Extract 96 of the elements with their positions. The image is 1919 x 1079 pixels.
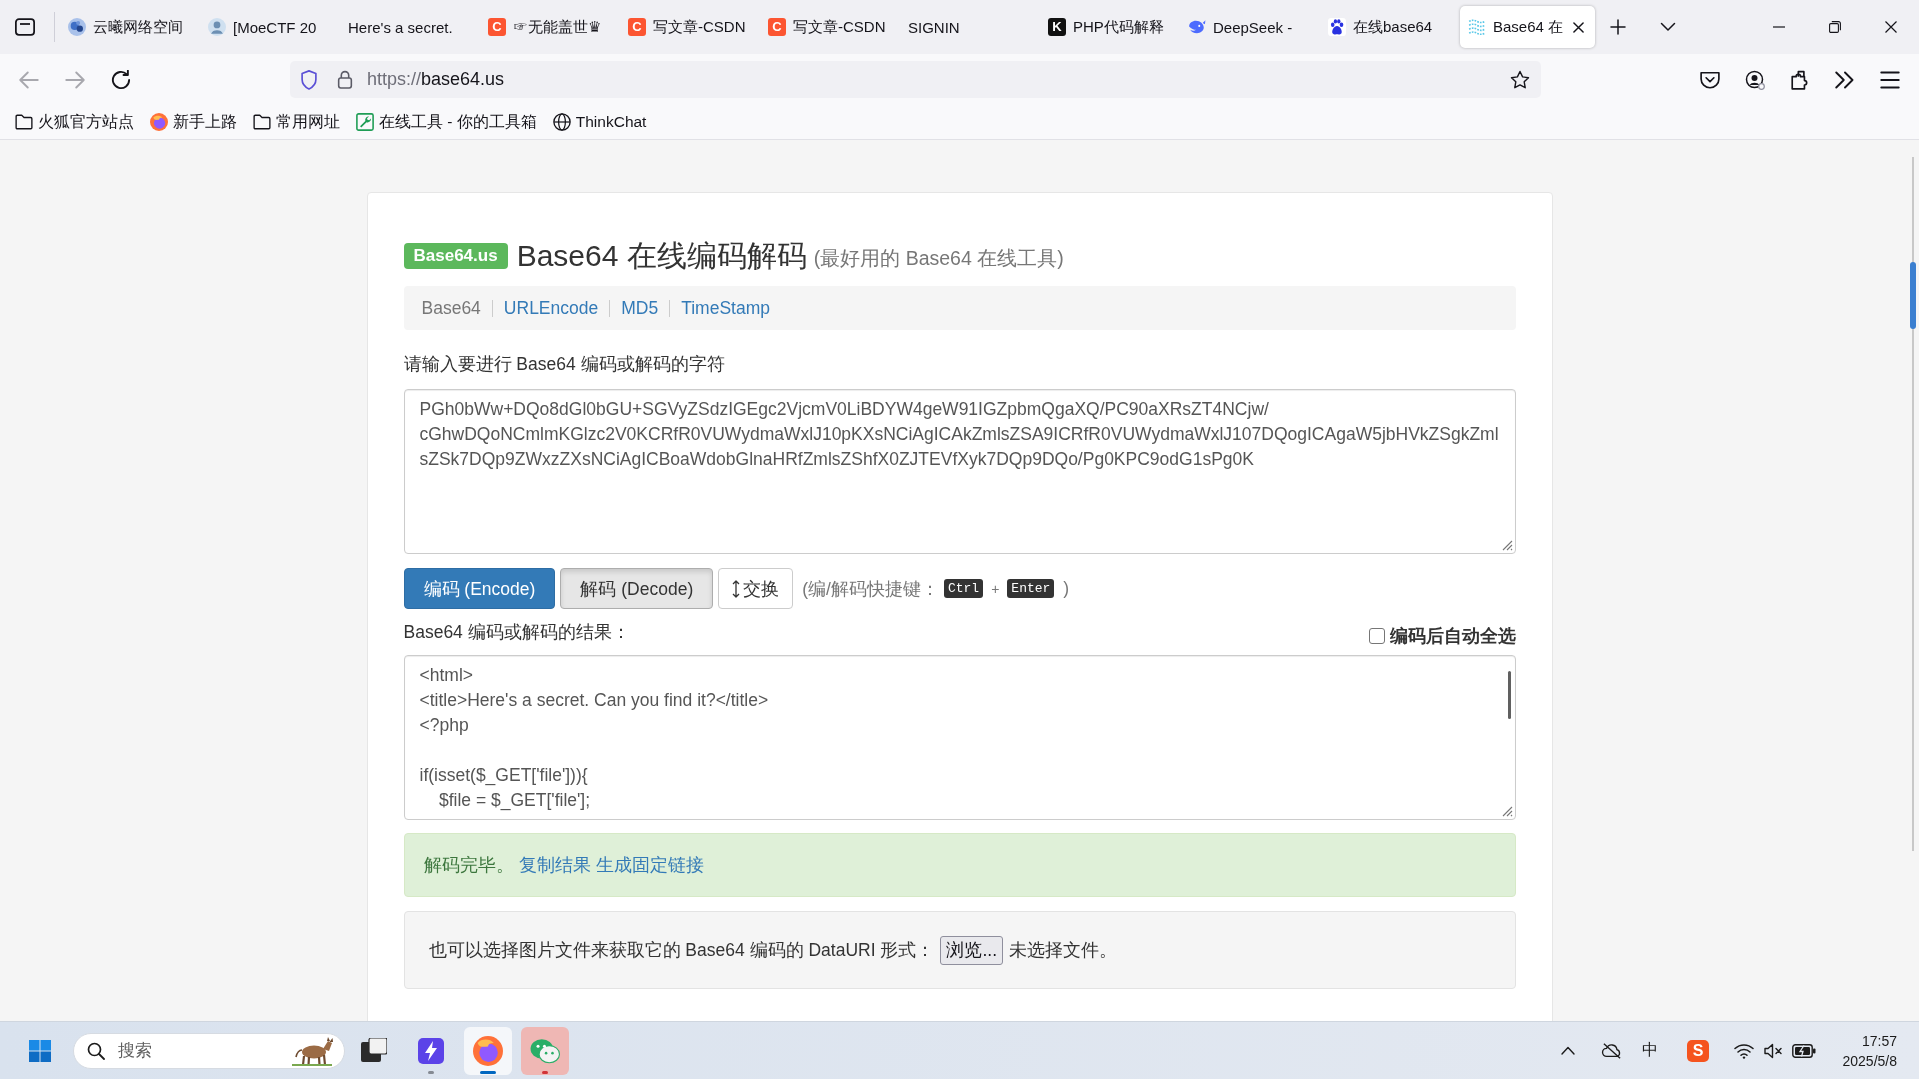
- scrollbar-thumb[interactable]: [1507, 671, 1511, 719]
- address-field[interactable]: https://base64.us: [290, 61, 1541, 98]
- browser-tab[interactable]: 云曦网络空间: [60, 6, 195, 48]
- file-status: 未选择文件。: [1009, 939, 1117, 962]
- plus-icon[interactable]: [1610, 19, 1626, 35]
- letter-logo-icon: C: [768, 18, 786, 36]
- input-textarea[interactable]: PGh0bWw+DQo8dGl0bGU+SGVyZSdzIGEgc2VjcmV0LiBDYW4geW91IGZpbmQgaXQ/PC90aXRsZT4NCjw/cGhwDQoNCmlmKGlzc2V0KCRfR0VUWydmaWxlJ10pKXsNCiAgICAkZmlsZSA9ICRfR0VUWydmaWxlJ107DQogICAgaW5jbHVkZSgkZmlsZSk7DQp9ZWxzZXsNCiAgICBoaWdobGlnaHRfZmlsZShfX0ZJTEVfXyk7DQp9DQo/Pg0KPC9odG1sPg0K: [403, 389, 1516, 554]
- search-icon: [87, 1041, 105, 1060]
- menu-icon[interactable]: [1880, 69, 1900, 90]
- chevron-down-icon[interactable]: [1660, 22, 1676, 32]
- page-subtitle: (最好用的 Base64 在线工具): [813, 246, 1064, 271]
- whale-icon: [1188, 18, 1206, 36]
- status-message: 解码完毕。: [423, 854, 514, 877]
- result-link[interactable]: 复制结果: [518, 853, 591, 877]
- bookmark-item[interactable]: ThinkChat: [546, 108, 653, 136]
- bolt-icon: [418, 1037, 444, 1064]
- nav-link[interactable]: Base64: [421, 297, 481, 319]
- browse-button[interactable]: 浏览...: [940, 935, 1003, 965]
- shortcut-hint: (编/解码快捷键：: [802, 577, 939, 601]
- output-textarea[interactable]: <html> <title>Here's a secret. Can you find it?</title> <?php if(isset($_GET['file'])){ $file = $_GET['file'];: [403, 655, 1516, 820]
- donkey-icon: [290, 1035, 334, 1066]
- folder-icon: [253, 113, 271, 131]
- resize-grip-icon[interactable]: [1500, 539, 1513, 551]
- field-label: Base64 编码或解码的结果：: [403, 621, 630, 644]
- nav-link[interactable]: MD5: [621, 297, 659, 319]
- restore-icon[interactable]: [1829, 21, 1841, 33]
- chevron-up-icon[interactable]: [1560, 1046, 1576, 1055]
- account-icon[interactable]: [1745, 69, 1765, 90]
- scrollbar[interactable]: [1912, 157, 1914, 851]
- blob-logo-icon: [68, 18, 86, 36]
- input-mode-indicator[interactable]: 中: [1638, 1040, 1662, 1061]
- pocket-icon[interactable]: [1700, 69, 1720, 90]
- browser-tab[interactable]: Base64 在: [1460, 6, 1595, 48]
- browser-icon: [150, 113, 168, 131]
- browser-tab[interactable]: 在线base64: [1320, 6, 1455, 48]
- cloud-off-icon[interactable]: [1601, 1041, 1623, 1060]
- browser-tab[interactable]: C 写文章-CSDN: [620, 6, 755, 48]
- field-label: 请输入要进行 Base64 编码或解码的字符: [403, 353, 726, 376]
- checkbox-label[interactable]: 编码后自动全选: [1389, 623, 1516, 648]
- battery-charging-icon[interactable]: [1792, 1043, 1816, 1058]
- closing-parenthesis: ): [1063, 578, 1070, 599]
- file-picker-prompt: 也可以选择图片文件来获取它的 Base64 编码的 DataURI 形式：: [428, 939, 935, 962]
- bookmark-item[interactable]: 新手上路: [144, 108, 243, 136]
- browser-tab[interactable]: C 写文章-CSDN: [760, 6, 895, 48]
- window-app-icon: [361, 1037, 387, 1064]
- result-link[interactable]: 生成固定链接: [595, 853, 704, 877]
- site-badge: Base64.us: [403, 243, 508, 269]
- checkbox[interactable]: [1368, 627, 1385, 644]
- browser-tab[interactable]: Here's a secret.: [340, 6, 475, 48]
- nav-link[interactable]: TimeStamp: [681, 297, 770, 319]
- bookmark-item[interactable]: 常用网址: [247, 108, 346, 136]
- window-list-icon[interactable]: [15, 17, 35, 37]
- letter-logo-icon: C: [488, 18, 506, 36]
- bookmark-item[interactable]: 在线工具 - 你的工具箱: [350, 108, 543, 136]
- globe-icon: [552, 113, 571, 131]
- resize-grip-icon[interactable]: [1500, 805, 1513, 817]
- reload-icon[interactable]: [111, 69, 131, 90]
- browser-tab[interactable]: SIGNIN: [900, 6, 1035, 48]
- volume-muted-icon[interactable]: [1763, 1042, 1783, 1059]
- wave-lines-icon: [1468, 18, 1486, 36]
- close-icon[interactable]: [1885, 21, 1897, 33]
- nav-link[interactable]: URLEncode: [503, 297, 599, 319]
- browser-icon: [473, 1035, 503, 1066]
- action-button[interactable]: 交换: [718, 568, 794, 609]
- letter-logo-icon: K: [1048, 18, 1066, 36]
- star-icon[interactable]: [1510, 69, 1530, 90]
- plus-sign: +: [991, 580, 1000, 597]
- browser-tab[interactable]: DeepSeek -: [1180, 6, 1315, 48]
- running-indicator: [542, 1070, 548, 1074]
- puzzle-icon[interactable]: [1790, 69, 1810, 90]
- folder-icon: [15, 113, 33, 131]
- running-indicator: [480, 1070, 496, 1074]
- lock-icon[interactable]: [337, 70, 353, 89]
- wrench-icon: [356, 113, 374, 131]
- wifi-icon[interactable]: [1734, 1042, 1754, 1059]
- browser-tab[interactable]: K PHP代码解释: [1040, 6, 1175, 48]
- running-indicator: [428, 1070, 434, 1074]
- keyboard-key: Ctrl: [943, 579, 984, 598]
- shield-icon[interactable]: [299, 69, 319, 90]
- scrollbar-thumb[interactable]: [1910, 262, 1916, 329]
- chevrons-right-icon[interactable]: [1835, 69, 1855, 90]
- bookmark-item[interactable]: 火狐官方站点: [9, 108, 140, 136]
- clock[interactable]: 17:57 2025/5/8: [1826, 1030, 1907, 1071]
- browser-tab[interactable]: [MoeCTF 20: [200, 6, 335, 48]
- keyboard-key: Enter: [1007, 579, 1055, 598]
- windows-logo-icon[interactable]: [29, 1039, 51, 1062]
- up-down-arrow-icon: [732, 579, 741, 598]
- close-icon[interactable]: [1573, 21, 1584, 33]
- paw-icon: [1328, 18, 1346, 36]
- avatar-icon: [208, 18, 226, 36]
- action-button[interactable]: 编码 (Encode): [403, 568, 556, 609]
- search-field[interactable]: 搜索: [73, 1032, 345, 1069]
- page-title: Base64 在线编码解码: [516, 237, 807, 274]
- letter-logo-icon: C: [628, 18, 646, 36]
- browser-tab[interactable]: C ☞无能盖世♛: [480, 6, 615, 48]
- action-button[interactable]: 解码 (Decode): [560, 568, 714, 609]
